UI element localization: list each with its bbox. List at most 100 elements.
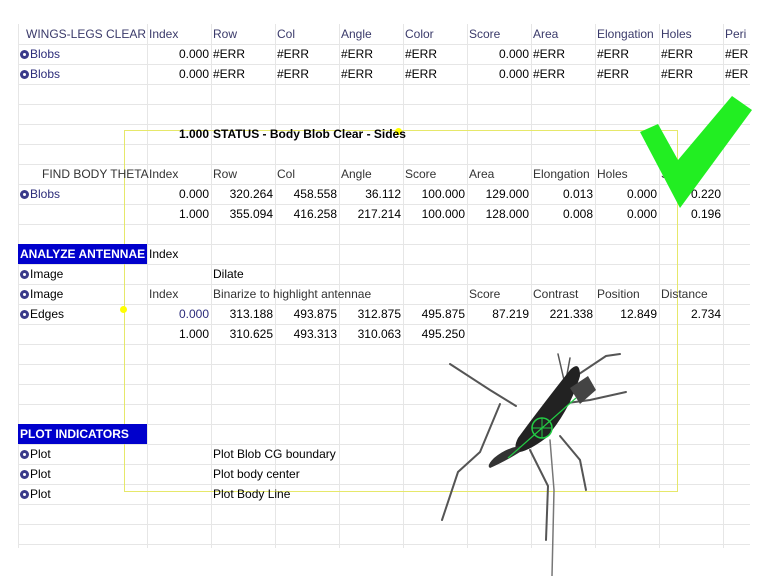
mosquito-image: [441, 353, 627, 576]
col-header: Position: [597, 287, 640, 301]
col-header: Index: [149, 247, 179, 261]
cell-score[interactable]: 0.000: [469, 44, 529, 64]
blobs-row-label[interactable]: Blobs: [20, 44, 146, 64]
cell-area[interactable]: #ERR: [533, 64, 593, 84]
cell-value[interactable]: 495.875: [405, 304, 465, 324]
cell-angle[interactable]: #ERR: [341, 44, 401, 64]
blob-tool-icon: [20, 190, 29, 199]
col-header: Col: [277, 167, 296, 181]
edge-tool-icon: [20, 310, 29, 319]
cell-index[interactable]: 0.000: [149, 184, 209, 204]
cell-area[interactable]: 129.000: [469, 184, 529, 204]
blobs-row-label[interactable]: Blobs: [20, 184, 146, 204]
cell-distance[interactable]: 2.734: [661, 304, 721, 324]
cell-row[interactable]: #ERR: [213, 64, 273, 84]
cell-row[interactable]: #ERR: [213, 44, 273, 64]
image-row-label[interactable]: Image: [20, 284, 146, 304]
cell-col[interactable]: 416.258: [277, 204, 337, 224]
plot-tool-icon: [20, 470, 29, 479]
cell-peri[interactable]: #ER: [725, 64, 755, 84]
col-header: Score: [469, 27, 501, 41]
section-title-plot: PLOT INDICATORS: [18, 424, 147, 444]
cell-holes[interactable]: #ERR: [661, 64, 721, 84]
cell-row[interactable]: 320.264: [213, 184, 273, 204]
plot-description: Plot Body Line: [213, 487, 291, 501]
cell-index[interactable]: 0.000: [149, 304, 209, 324]
cell-area[interactable]: 128.000: [469, 204, 529, 224]
col-header: Score: [405, 167, 437, 181]
cell-area[interactable]: #ERR: [533, 44, 593, 64]
cell-holes[interactable]: #ERR: [661, 44, 721, 64]
cell-score[interactable]: 100.000: [405, 184, 465, 204]
cell-angle[interactable]: #ERR: [341, 64, 401, 84]
cell-col[interactable]: #ERR: [277, 44, 337, 64]
plot-description: Plot Blob CG boundary: [213, 447, 336, 461]
step-description: Binarize to highlight antennae: [213, 287, 372, 301]
col-header: Index: [149, 167, 179, 181]
blob-tool-icon: [20, 70, 29, 79]
col-header: Angle: [341, 167, 372, 181]
cell-index[interactable]: 1.000: [149, 204, 209, 224]
blobs-row-label[interactable]: Blobs: [20, 64, 146, 84]
cell-value[interactable]: 312.875: [341, 304, 401, 324]
cell-row[interactable]: 355.094: [213, 204, 273, 224]
edges-row-label[interactable]: Edges: [20, 304, 146, 324]
step-description: Dilate: [213, 267, 244, 281]
col-header: Col: [277, 27, 296, 41]
section-title-wings: WINGS-LEGS CLEAR: [26, 27, 147, 41]
col-header: Angle: [341, 27, 372, 41]
section-title-body-theta: FIND BODY THETA: [42, 167, 149, 181]
plot-row-label[interactable]: Plot: [20, 484, 146, 504]
col-header: Area: [533, 27, 559, 41]
status-value[interactable]: 1.000: [149, 124, 209, 144]
cell-col[interactable]: 458.558: [277, 184, 337, 204]
image-tool-icon: [20, 290, 29, 299]
image-tool-icon: [20, 270, 29, 279]
cell-elongation[interactable]: 0.013: [533, 184, 593, 204]
cell-value[interactable]: 313.188: [213, 304, 273, 324]
cell-index[interactable]: 0.000: [149, 44, 209, 64]
col-header: Score: [469, 287, 501, 301]
cell-color[interactable]: #ERR: [405, 64, 465, 84]
col-header: Distance: [661, 287, 708, 301]
cell-peri[interactable]: #ER: [725, 44, 755, 64]
col-header: Row: [213, 167, 238, 181]
cell-value[interactable]: 310.625: [213, 324, 273, 344]
image-row-label[interactable]: Image: [20, 264, 146, 284]
cell-score[interactable]: 87.219: [469, 304, 529, 324]
cell-index[interactable]: 0.000: [149, 64, 209, 84]
cell-col[interactable]: #ERR: [277, 64, 337, 84]
cell-value[interactable]: 310.063: [341, 324, 401, 344]
cell-angle[interactable]: 217.214: [341, 204, 401, 224]
plot-row-label[interactable]: Plot: [20, 444, 146, 464]
cell-value[interactable]: 493.875: [277, 304, 337, 324]
blob-tool-icon: [20, 50, 29, 59]
cell-score[interactable]: 0.000: [469, 64, 529, 84]
cell-value[interactable]: 493.313: [277, 324, 337, 344]
col-header: Contrast: [533, 287, 579, 301]
col-header: Index: [149, 27, 179, 41]
plot-description: Plot body center: [213, 467, 300, 481]
cell-angle[interactable]: 36.112: [341, 184, 401, 204]
cell-index[interactable]: 1.000: [149, 324, 209, 344]
cell-color[interactable]: #ERR: [405, 44, 465, 64]
cell-score[interactable]: 100.000: [405, 204, 465, 224]
col-header: Row: [213, 27, 238, 41]
plot-tool-icon: [20, 490, 29, 499]
section-title-antennae: ANALYZE ANTENNAE: [18, 244, 147, 264]
col-header: Holes: [661, 27, 692, 41]
cell-elongation[interactable]: #ERR: [597, 44, 657, 64]
col-header: Elongation: [597, 27, 654, 41]
cell-contrast[interactable]: 221.338: [533, 304, 593, 324]
col-header: Index: [149, 287, 179, 301]
status-text: STATUS - Body Blob Clear - Sides: [213, 127, 406, 141]
col-header: Area: [469, 167, 495, 181]
cell-elongation[interactable]: 0.008: [533, 204, 593, 224]
plot-tool-icon: [20, 450, 29, 459]
col-header: Color: [405, 27, 434, 41]
plot-row-label[interactable]: Plot: [20, 464, 146, 484]
cell-elongation[interactable]: #ERR: [597, 64, 657, 84]
pass-checkmark-icon: [640, 96, 752, 208]
col-header: Peri: [725, 27, 747, 41]
cell-position[interactable]: 12.849: [597, 304, 657, 324]
